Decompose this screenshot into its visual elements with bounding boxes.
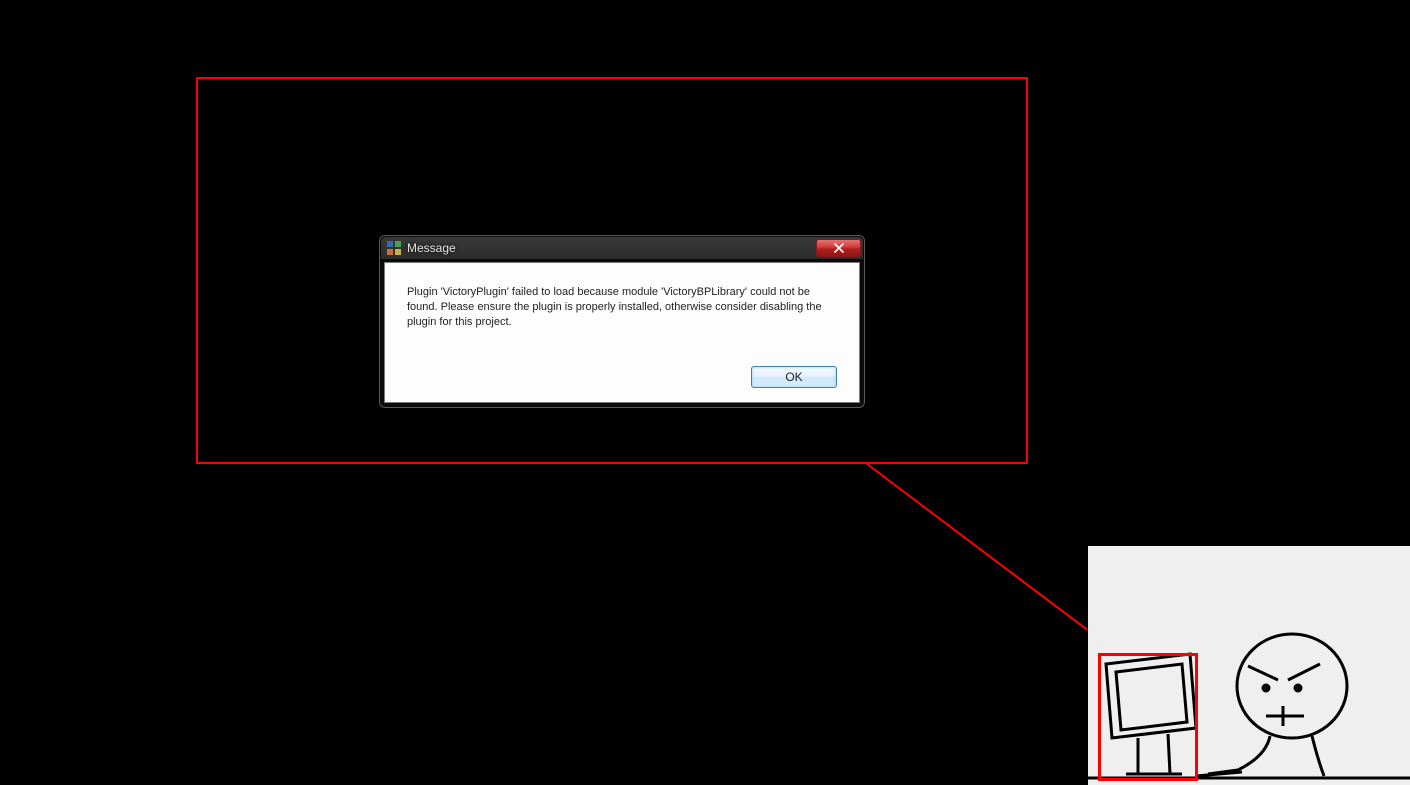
close-button[interactable]: [816, 239, 861, 257]
dialog-title: Message: [407, 241, 816, 255]
cartoon-panel: [1087, 545, 1410, 785]
dialog-message-text: Plugin 'VictoryPlugin' failed to load be…: [407, 285, 837, 330]
app-icon: [387, 241, 401, 255]
cartoon-drawing: [1088, 546, 1410, 785]
dialog-titlebar[interactable]: Message: [381, 237, 863, 259]
close-icon: [834, 243, 844, 253]
dialog-body: Plugin 'VictoryPlugin' failed to load be…: [384, 262, 860, 403]
ok-button[interactable]: OK: [751, 366, 837, 388]
dialog-footer: OK: [407, 366, 837, 388]
message-dialog: Message Plugin 'VictoryPlugin' failed to…: [379, 235, 865, 408]
